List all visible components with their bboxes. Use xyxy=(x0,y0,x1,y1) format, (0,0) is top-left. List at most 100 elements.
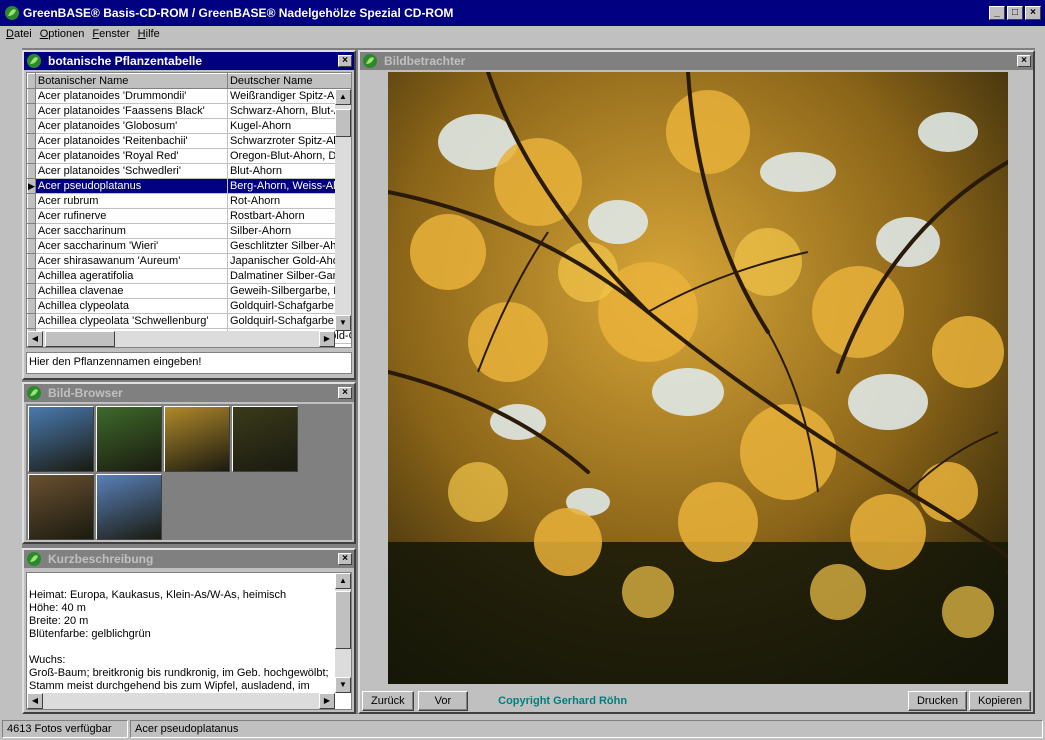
table-row[interactable]: Acer platanoides 'Drummondii' Weißrandige… xyxy=(27,88,351,104)
botanical-name-cell[interactable]: Acer pseudoplatanus xyxy=(35,178,228,194)
scroll-right-arrow-icon[interactable]: ▶ xyxy=(319,331,335,347)
botanical-name-cell[interactable]: Acer platanoides 'Drummondii' xyxy=(35,88,228,104)
plant-table-titlebar[interactable]: botanische Pflanzentabelle × xyxy=(24,52,354,70)
table-row[interactable]: Achillea clypeolata 'Schwellenburg' Goldq… xyxy=(27,313,351,329)
row-indicator[interactable]: ▶ xyxy=(27,178,36,194)
german-name-cell[interactable]: Kugel-Ahorn xyxy=(227,118,351,134)
botanical-name-cell[interactable]: Acer saccharinum xyxy=(35,223,228,239)
close-icon[interactable]: × xyxy=(338,55,352,67)
thumb-autumn-leaves[interactable] xyxy=(164,406,230,472)
scroll-right-arrow-icon[interactable]: ▶ xyxy=(319,693,335,709)
hscroll-thumb[interactable] xyxy=(45,331,115,347)
table-horizontal-scrollbar[interactable]: ◀ ▶ xyxy=(27,331,335,347)
scroll-down-arrow-icon[interactable]: ▼ xyxy=(335,677,351,693)
thumb-bark[interactable] xyxy=(28,474,94,540)
botanical-name-cell[interactable]: Acer platanoides 'Globosum' xyxy=(35,118,228,134)
scroll-thumb[interactable] xyxy=(335,591,351,649)
botanical-name-cell[interactable]: Acer rubrum xyxy=(35,193,228,209)
german-name-cell[interactable]: Geschlitzter Silber-Ahorn xyxy=(227,238,351,254)
menu-fenster[interactable]: Fenster xyxy=(90,26,135,44)
column-header-german[interactable]: Deutscher Name xyxy=(226,73,351,89)
forward-button[interactable]: Vor xyxy=(417,691,469,711)
german-name-cell[interactable]: Dalmatiner Silber-Garbe xyxy=(227,268,351,284)
row-indicator[interactable] xyxy=(27,238,36,254)
close-icon[interactable]: × xyxy=(1017,55,1031,67)
scroll-down-arrow-icon[interactable]: ▼ xyxy=(335,315,351,331)
botanical-name-cell[interactable]: Acer saccharinum 'Wieri' xyxy=(35,238,228,254)
back-button[interactable]: Zurück xyxy=(362,691,414,711)
description-titlebar[interactable]: Kurzbeschreibung × xyxy=(24,550,354,568)
row-indicator[interactable] xyxy=(27,148,36,164)
plant-search-input[interactable]: Hier den Pflanzennamen eingeben! xyxy=(26,352,352,374)
thumb-tree-house[interactable] xyxy=(96,474,162,540)
german-name-cell[interactable]: Rot-Ahorn xyxy=(227,193,351,209)
botanical-name-cell[interactable]: Achillea ageratifolia xyxy=(35,268,228,284)
scroll-left-arrow-icon[interactable]: ◀ xyxy=(27,693,43,709)
table-row[interactable]: ▶ Acer pseudoplatanus Berg-Ahorn, Weiss-Ah… xyxy=(27,178,351,194)
table-row[interactable]: Acer platanoides 'Reitenbachii' Schwarzro… xyxy=(27,133,351,149)
row-indicator[interactable] xyxy=(27,103,36,119)
german-name-cell[interactable]: Goldquirl-Schafgarbe xyxy=(227,313,351,329)
menu-hilfe[interactable]: Hilfe xyxy=(136,26,166,44)
row-indicator[interactable] xyxy=(27,208,36,224)
row-indicator[interactable] xyxy=(27,298,36,314)
copy-button[interactable]: Kopieren xyxy=(968,691,1031,711)
column-header-botanical[interactable]: Botanischer Name xyxy=(34,73,228,89)
table-vertical-scrollbar[interactable]: ▲ ▼ xyxy=(335,89,351,331)
botanical-name-cell[interactable]: Acer platanoides 'Schwedleri' xyxy=(35,163,228,179)
row-indicator[interactable] xyxy=(27,268,36,284)
description-scrollbar[interactable]: ▲ ▼ xyxy=(335,573,351,693)
maximize-button[interactable]: □ xyxy=(1007,6,1023,20)
table-row[interactable]: Acer platanoides 'Schwedleri' Blut-Ahorn xyxy=(27,163,351,179)
image-browser-titlebar[interactable]: Bild-Browser × xyxy=(24,384,354,402)
close-app-button[interactable]: × xyxy=(1025,6,1041,20)
german-name-cell[interactable]: Berg-Ahorn, Weiss-Ahorn xyxy=(227,178,351,194)
close-icon[interactable]: × xyxy=(338,553,352,565)
german-name-cell[interactable]: Weißrandiger Spitz-Ahorn xyxy=(227,88,351,104)
row-indicator[interactable] xyxy=(27,193,36,209)
german-name-cell[interactable]: Schwarzroter Spitz-Ahorn xyxy=(227,133,351,149)
row-indicator[interactable] xyxy=(27,283,36,299)
botanical-name-cell[interactable]: Achillea clavenae xyxy=(35,283,228,299)
print-button[interactable]: Drucken xyxy=(907,691,967,711)
plant-table[interactable]: Botanischer Name Deutscher Name Acer pla… xyxy=(26,72,352,348)
scroll-up-arrow-icon[interactable]: ▲ xyxy=(335,89,351,105)
table-row[interactable]: Achillea clypeolata Goldquirl-Schafgarbe xyxy=(27,298,351,314)
table-row[interactable]: Acer saccharinum 'Wieri' Geschlitzter Sil… xyxy=(27,238,351,254)
description-text-area[interactable]: Heimat: Europa, Kaukasus, Klein-As/W-As,… xyxy=(26,572,352,710)
scroll-left-arrow-icon[interactable]: ◀ xyxy=(27,331,43,347)
botanical-name-cell[interactable]: Acer shirasawanum 'Aureum' xyxy=(35,253,228,269)
botanical-name-cell[interactable]: Achillea clypeolata 'Schwellenburg' xyxy=(35,313,228,329)
german-name-cell[interactable]: Blut-Ahorn xyxy=(227,163,351,179)
table-row[interactable]: Achillea clavenae Geweih-Silbergarbe, Bit… xyxy=(27,283,351,299)
botanical-name-cell[interactable]: Achillea clypeolata xyxy=(35,298,228,314)
thumb-seed-clusters[interactable] xyxy=(232,406,298,472)
botanical-name-cell[interactable]: Acer platanoides 'Faassens Black' xyxy=(35,103,228,119)
scroll-thumb[interactable] xyxy=(335,109,351,137)
menu-optionen[interactable]: Optionen xyxy=(38,26,91,44)
close-icon[interactable]: × xyxy=(338,387,352,399)
row-indicator[interactable] xyxy=(27,118,36,134)
table-row[interactable]: Acer rubrum Rot-Ahorn xyxy=(27,193,351,209)
german-name-cell[interactable]: Goldquirl-Schafgarbe xyxy=(227,298,351,314)
description-hscrollbar[interactable]: ◀ ▶ xyxy=(27,693,335,709)
image-viewer-titlebar[interactable]: Bildbetrachter × xyxy=(360,52,1033,70)
row-indicator[interactable] xyxy=(27,313,36,329)
german-name-cell[interactable]: Silber-Ahorn xyxy=(227,223,351,239)
german-name-cell[interactable]: Rostbart-Ahorn xyxy=(227,208,351,224)
botanical-name-cell[interactable]: Acer rufinerve xyxy=(35,208,228,224)
menu-datei[interactable]: Datei xyxy=(4,26,38,44)
german-name-cell[interactable]: Japanischer Gold-Ahorn xyxy=(227,253,351,269)
row-indicator[interactable] xyxy=(27,133,36,149)
table-row[interactable]: Acer saccharinum Silber-Ahorn xyxy=(27,223,351,239)
table-row[interactable]: Acer platanoides 'Royal Red' Oregon-Blut-… xyxy=(27,148,351,164)
german-name-cell[interactable]: Oregon-Blut-Ahorn, Dunkel xyxy=(227,148,351,164)
table-row[interactable]: Acer platanoides 'Globosum' Kugel-Ahorn xyxy=(27,118,351,134)
row-indicator[interactable] xyxy=(27,253,36,269)
table-row[interactable]: Achillea ageratifolia Dalmatiner Silber-G… xyxy=(27,268,351,284)
thumb-flower-clusters[interactable] xyxy=(96,406,162,472)
thumb-tree-sky[interactable] xyxy=(28,406,94,472)
scroll-up-arrow-icon[interactable]: ▲ xyxy=(335,573,351,589)
table-row[interactable]: Acer shirasawanum 'Aureum' Japanischer Go… xyxy=(27,253,351,269)
row-indicator[interactable] xyxy=(27,223,36,239)
